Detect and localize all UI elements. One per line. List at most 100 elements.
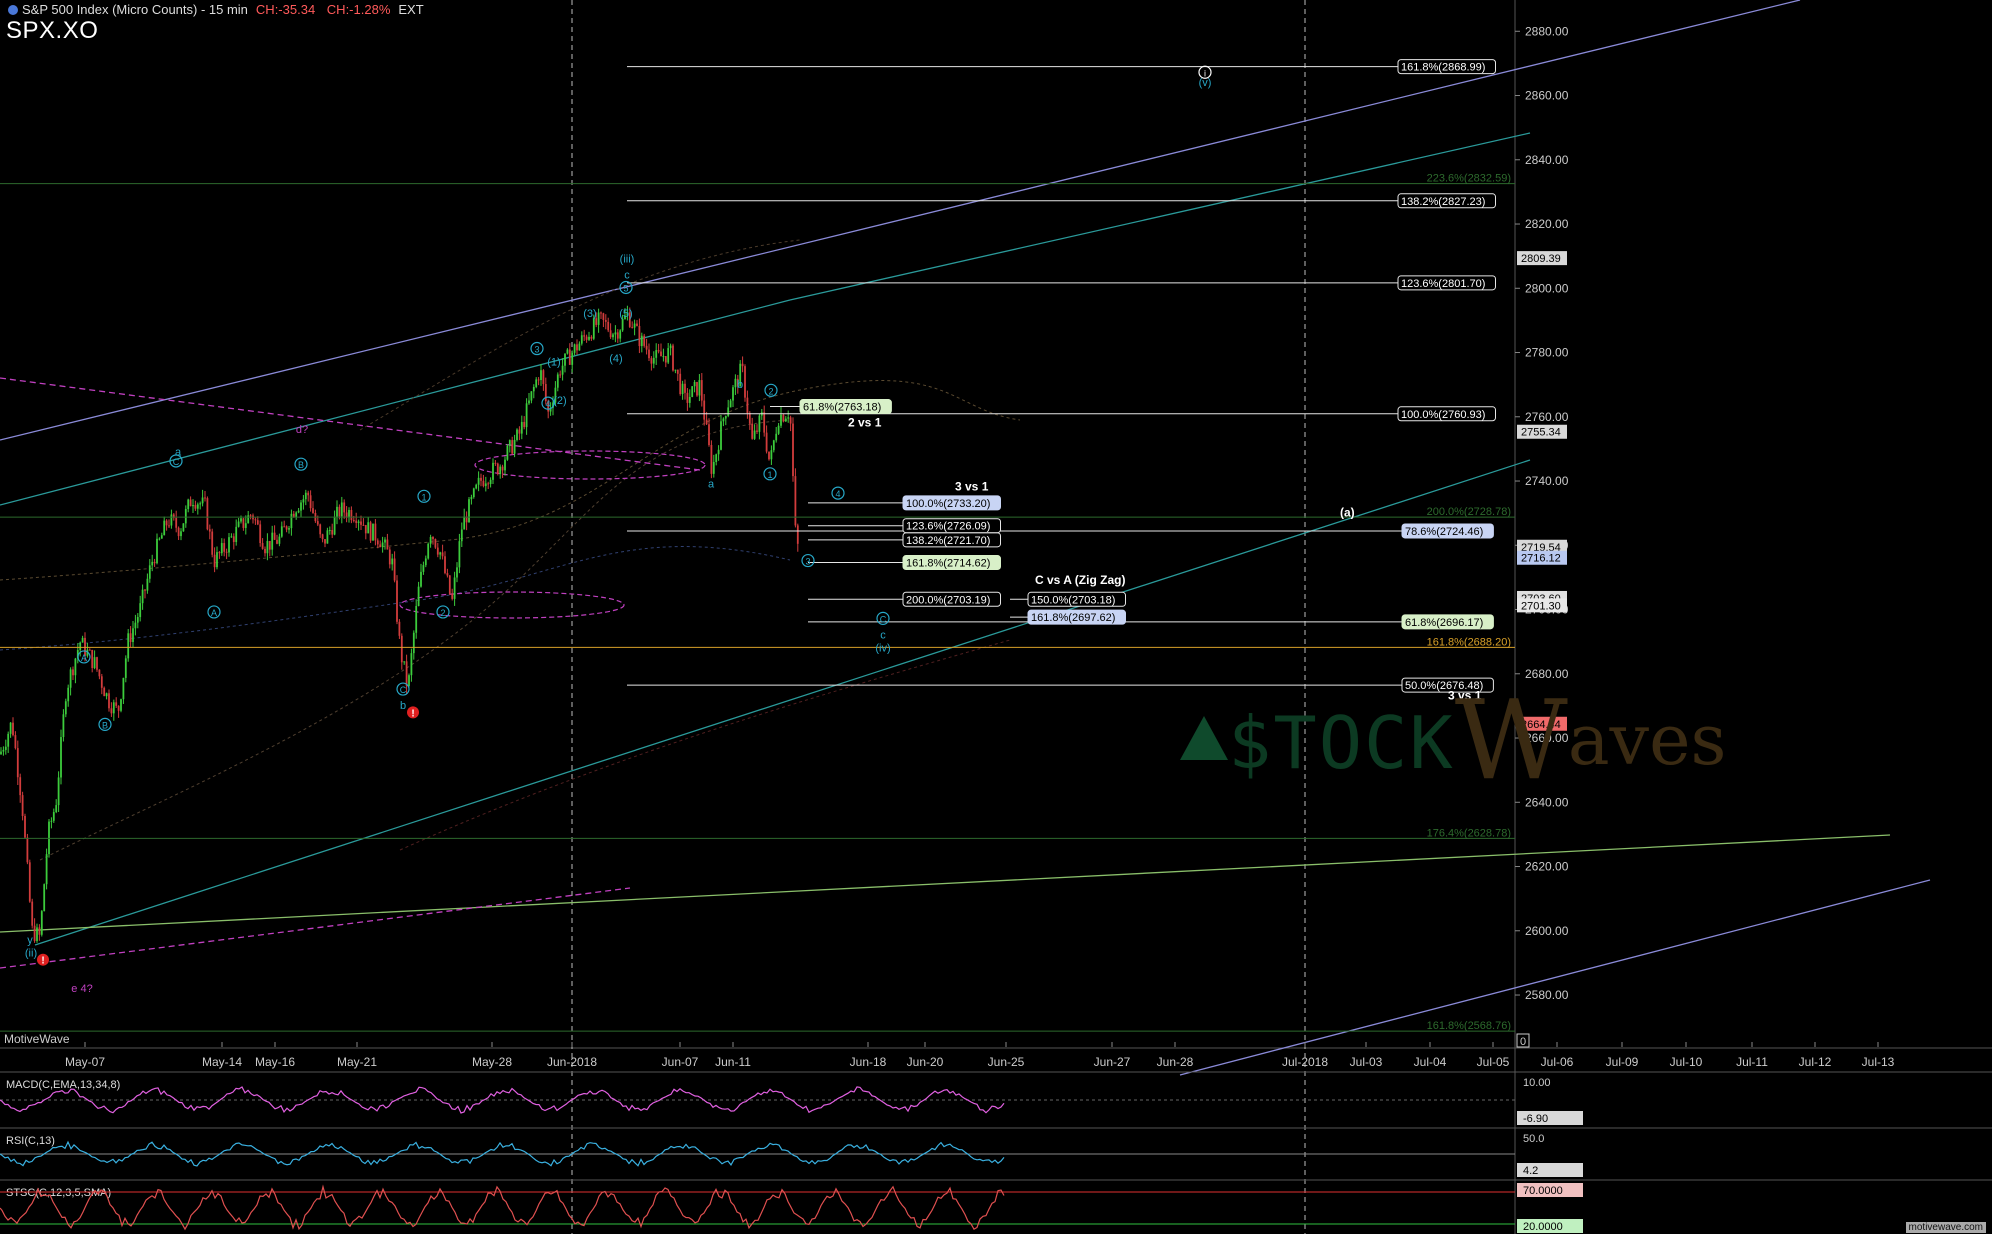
down-candle [355,520,358,523]
down-candle [204,497,206,499]
down-candle [144,589,146,591]
down-candle [700,380,703,401]
wave-label: c [624,270,630,282]
wave-label: 3 [534,345,539,355]
down-candle [768,451,770,460]
wave-label: (3) [583,308,596,320]
channel-line-mid [0,299,791,506]
wave-label: A [81,653,87,663]
fib-level-label: 161.8%(2714.62) [906,558,990,570]
down-candle [273,532,276,540]
date-tick-label: Jun-07 [662,1055,699,1069]
wave-label: 1 [767,470,772,480]
up-candle [775,433,778,441]
up-candle [79,642,82,651]
wave-label: c [880,629,886,641]
up-candle [122,677,125,700]
down-candle [585,336,588,340]
down-candle [256,520,259,525]
up-candle [302,499,305,503]
up-candle [112,702,115,714]
up-candle [7,733,10,747]
up-candle [592,318,595,339]
up-candle [271,532,274,550]
price-chart[interactable]: 223.6%(2832.59) 200.0%(2728.78) 161.8%(268… [0,0,1992,1234]
up-candle [535,379,538,387]
watermark-w: W [1454,676,1568,804]
date-tick-label: Jul-11 [1736,1055,1768,1069]
up-candle [513,439,516,454]
down-candle [393,558,396,581]
price-tick-label: 2860.00 [1525,89,1569,103]
down-candle [537,379,540,381]
down-candle [794,476,797,526]
indicator-level-label: -6.90 [1523,1113,1548,1125]
up-candle [674,369,677,371]
down-candle [108,693,110,709]
up-candle [588,336,590,340]
price-tick-label: 2880.00 [1525,24,1569,38]
up-candle [621,318,624,331]
up-candle [300,502,302,511]
up-candle [333,516,336,535]
up-candle [151,561,154,566]
date-tick-label: Jul-13 [1862,1055,1895,1069]
wave-label: b [400,700,406,712]
up-candle [688,396,691,403]
up-candle [146,578,149,591]
down-candle [276,539,278,544]
down-candle [400,635,403,663]
up-candle [417,586,420,606]
up-candle [458,541,461,568]
wave-label: C [173,457,180,467]
up-candle [340,502,343,517]
indicator-level-label: 4.2 [1523,1165,1538,1177]
up-candle [422,565,425,572]
up-candle [199,503,202,505]
up-candle [662,356,665,358]
down-candle [511,440,514,454]
up-candle [295,512,298,518]
up-candle [55,805,58,813]
down-candle [350,510,353,521]
down-candle [792,423,794,477]
wave-label: (v) [1199,77,1212,89]
down-candle [765,432,768,452]
wave-label: 4 [835,489,840,499]
up-candle [184,509,187,524]
down-candle [177,527,180,537]
wave-label: 3 [805,557,810,567]
date-tick-label: May-28 [472,1055,512,1069]
price-tick-label: 2800.00 [1525,281,1569,295]
down-candle [225,551,228,553]
axis-reset-label: 0 [1520,1036,1526,1048]
price-tick-label: 2740.00 [1525,474,1569,488]
down-candle [518,429,521,434]
up-candle [633,323,636,328]
up-candle [240,518,242,522]
up-candle [427,543,430,559]
up-candle [182,523,185,532]
up-candle [180,531,182,537]
up-candle [266,540,269,554]
down-candle [756,430,758,432]
down-candle [379,544,382,548]
up-candle [456,567,458,578]
down-candle [319,524,322,535]
up-candle [508,440,511,446]
up-candle [652,357,655,364]
up-candle [787,417,790,419]
down-candle [307,492,310,496]
wave-label: (1) [547,356,560,368]
down-candle [710,445,713,474]
up-candle [170,514,173,526]
date-tick-label: May-07 [65,1055,105,1069]
moving-average-line [399,639,1011,851]
price-tick-label: 2820.00 [1525,217,1569,231]
down-candle [110,708,113,714]
down-candle [501,466,504,471]
date-tick-label: Jul-10 [1670,1055,1703,1069]
down-candle [324,539,326,544]
up-candle [280,526,283,537]
up-candle [384,539,386,543]
